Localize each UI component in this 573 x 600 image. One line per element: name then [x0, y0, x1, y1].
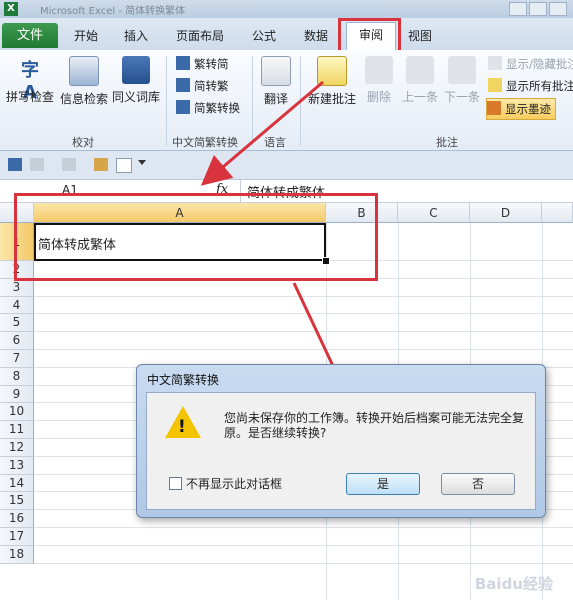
- dialog-message: 您尚未保存你的工作簿。转换开始后档案可能无法完全复原。是否继续转换?: [224, 411, 525, 440]
- arrow-to-formula: [200, 80, 324, 186]
- convert-dialog: 中文简繁转换 ! 您尚未保存你的工作簿。转换开始后档案可能无法完全复原。是否继续…: [136, 364, 546, 518]
- checkbox-box[interactable]: [169, 477, 182, 490]
- no-button[interactable]: 否: [441, 473, 515, 495]
- yes-button[interactable]: 是: [346, 473, 420, 495]
- warning-exclamation: !: [178, 417, 186, 437]
- watermark-logo: Baidu经验: [474, 575, 553, 593]
- dont-show-again-checkbox[interactable]: 不再显示此对话框: [169, 475, 282, 492]
- dialog-body: ! 您尚未保存你的工作簿。转换开始后档案可能无法完全复原。是否继续转换? 不再显…: [146, 392, 536, 510]
- dialog-title: 中文简繁转换: [147, 373, 220, 387]
